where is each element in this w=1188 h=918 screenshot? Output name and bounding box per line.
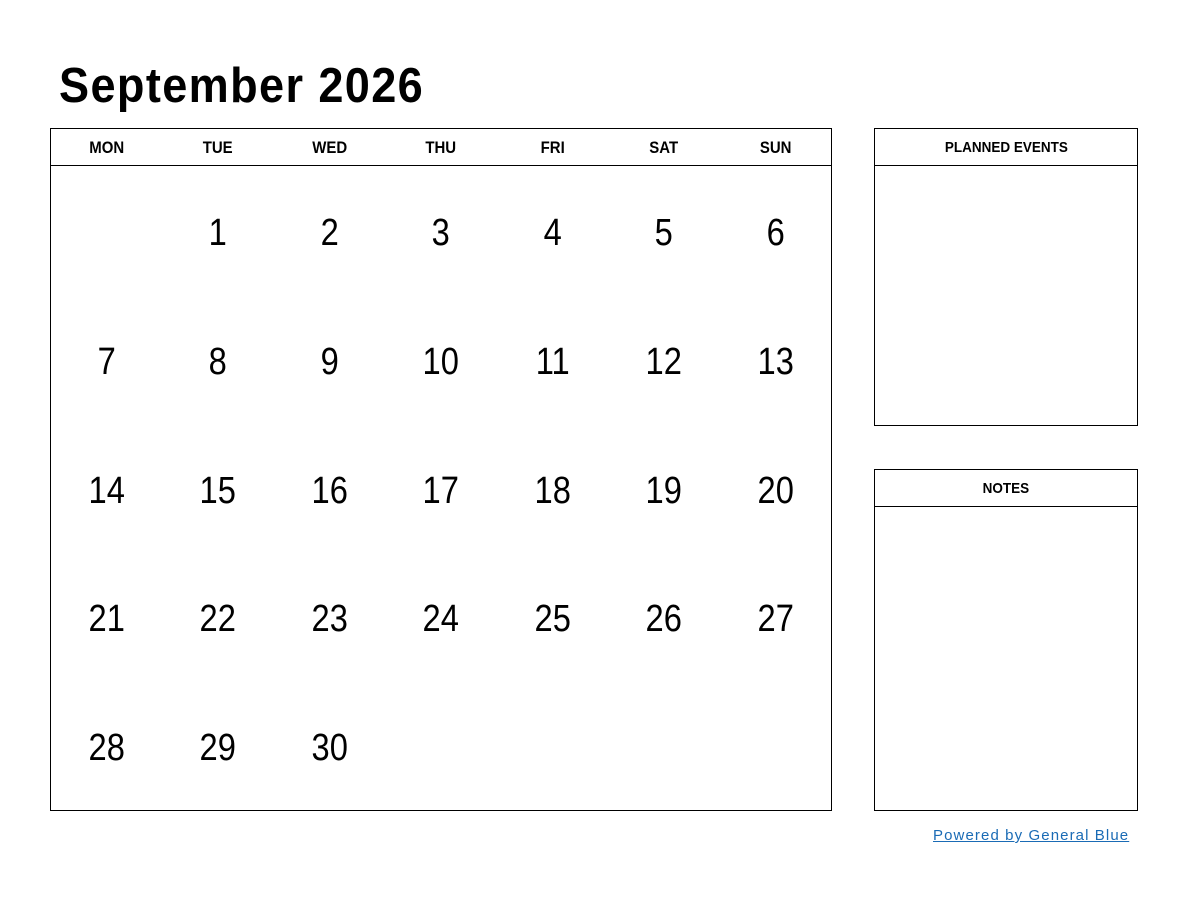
empty-day-cell [393,681,489,810]
weekday-sat: SAT [649,138,679,157]
weekday-sun: SUN [759,138,792,157]
weekday-mon: MON [89,138,125,157]
day-cell: 23 [311,598,348,641]
day-cells: 1 2 3 4 5 6 7 8 9 10 11 12 13 14 15 16 17 18 19 20 21 22 23 24 2… [51,166,831,810]
day-cell: 13 [757,340,794,383]
day-cell: 22 [199,598,237,641]
notes-panel: NOTES [874,469,1138,811]
day-cell: 9 [320,340,339,383]
page-title: September 2026 [59,59,425,113]
empty-day-cell [505,681,601,810]
day-cell: 25 [534,598,571,641]
day-cell: 2 [320,212,339,254]
day-cell: 7 [97,340,116,383]
day-cell: 14 [88,469,125,512]
day-cell: 8 [209,340,228,383]
planned-events-panel: PLANNED EVENTS [874,128,1138,426]
day-cell: 12 [645,340,683,383]
weekday-wed: WED [312,138,348,157]
day-cell: 11 [535,340,570,383]
day-cell: 10 [422,340,460,383]
notes-label: NOTES [982,480,1030,497]
day-cell: 17 [422,469,460,512]
day-cell: 26 [645,598,683,641]
day-cell: 1 [209,212,228,254]
notes-header: NOTES [875,470,1137,507]
weekday-tue: TUE [203,138,234,157]
powered-by-link[interactable]: Powered by General Blue [933,827,1129,844]
day-cell: 5 [654,212,673,254]
weekday-fri: FRI [540,138,565,157]
day-cell: 24 [422,598,460,641]
weekday-thu: THU [425,138,457,157]
day-cell: 30 [311,727,348,770]
day-cell: 27 [757,598,794,641]
planned-events-label: PLANNED EVENTS [944,139,1068,156]
day-cell: 16 [311,469,348,512]
empty-day-cell [59,166,155,295]
empty-day-cell [616,681,712,810]
calendar-grid: MON TUE WED THU FRI SAT SUN 1 2 3 4 5 6 7 8 9 10 1… [50,128,832,811]
day-cell: 19 [645,469,683,512]
planned-events-header: PLANNED EVENTS [875,129,1137,166]
day-cell: 18 [534,469,571,512]
weekday-header-row: MON TUE WED THU FRI SAT SUN [51,129,831,166]
empty-day-cell [727,681,823,810]
day-cell: 20 [757,469,794,512]
day-cell: 6 [766,212,785,254]
day-cell: 28 [88,727,125,770]
day-cell: 4 [543,212,562,254]
day-cell: 21 [88,598,125,641]
day-cell: 15 [199,469,237,512]
day-cell: 3 [431,212,451,254]
day-cell: 29 [199,727,237,770]
